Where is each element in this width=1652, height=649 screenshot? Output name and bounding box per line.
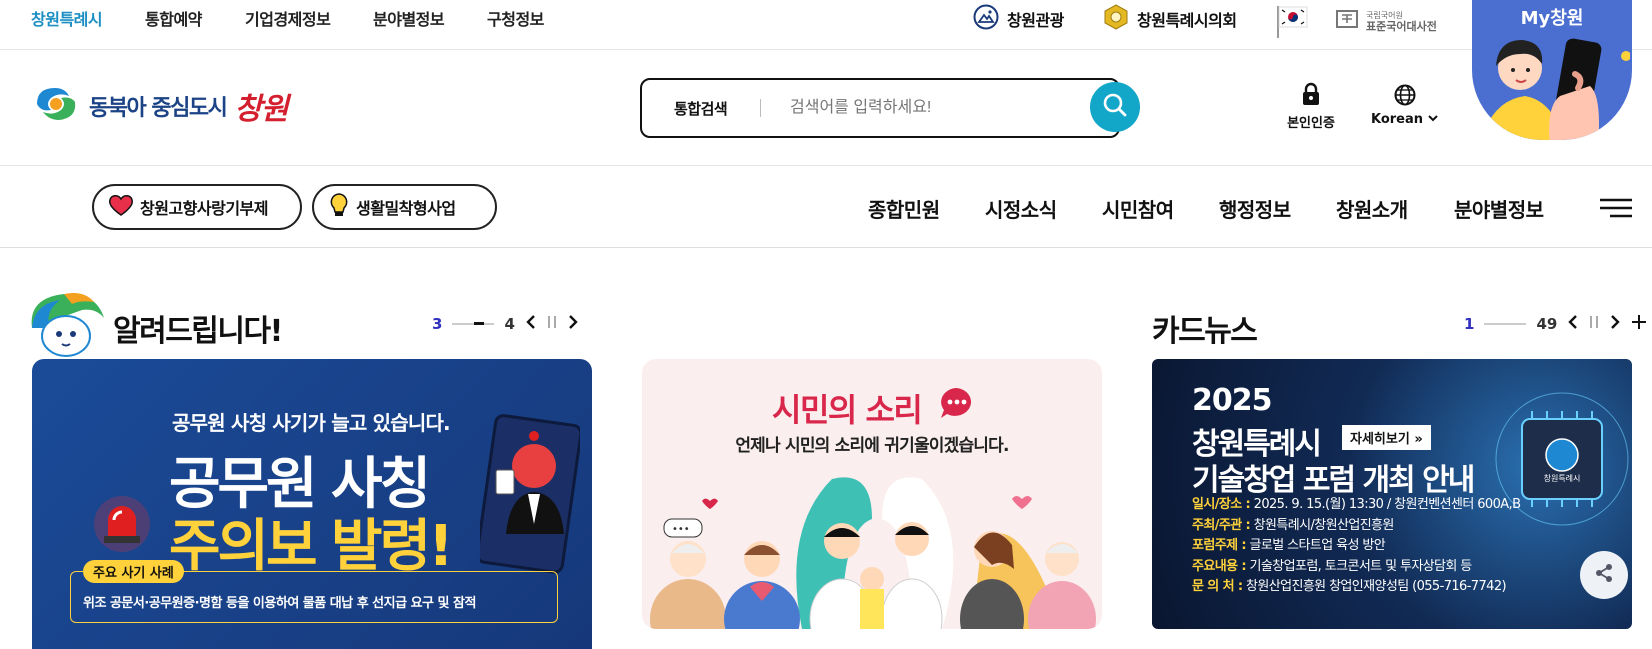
- lightbulb-icon: [328, 192, 350, 222]
- notice-total-pages: 4: [504, 315, 515, 333]
- search-divider: [760, 99, 761, 117]
- cardnews-year: 2025: [1192, 383, 1272, 418]
- detail-row: 주요내용 : 기술창업포럼, 토크콘서트 및 투자상담회 등: [1192, 558, 1472, 574]
- cardnews-pager: 1 49: [1464, 314, 1647, 334]
- speech-bubble-icon: [939, 386, 975, 424]
- menu-about-changwon[interactable]: 창원소개: [1336, 194, 1408, 223]
- top-link-economy[interactable]: 기업경제정보: [245, 6, 331, 30]
- notice-title: 알려드립니다!: [113, 314, 283, 349]
- top-link-changwon[interactable]: 창원특례시: [31, 6, 103, 30]
- menu-administration[interactable]: 행정정보: [1219, 194, 1291, 223]
- tourism-link[interactable]: 창원관광: [973, 4, 1064, 34]
- cardnews-next-arrow-icon[interactable]: [1609, 314, 1621, 334]
- menu-citizen-participation[interactable]: 시민참여: [1102, 194, 1174, 223]
- site-logo[interactable]: 동북아 중심도시 창원: [31, 82, 289, 130]
- siren-icon: [92, 494, 152, 558]
- dictionary-icon: [1334, 6, 1360, 36]
- prev-arrow-icon[interactable]: [525, 314, 537, 334]
- detail-row: 포럼주제 : 글로벌 스타트업 육성 방안: [1192, 538, 1386, 553]
- top-link-reservation[interactable]: 통합예약: [145, 6, 202, 30]
- chevron-down-icon: [1427, 112, 1439, 127]
- logo-script: 창원: [234, 92, 288, 127]
- search-label: 통합검색: [674, 100, 728, 118]
- tourism-label: 창원관광: [1007, 11, 1064, 30]
- banner-big2: 주의보 발령!: [169, 514, 454, 579]
- dictionary-name: 표준국어대사전: [1366, 20, 1437, 33]
- cardnews-title: 카드뉴스: [1152, 314, 1258, 349]
- notice-progress: [452, 322, 495, 325]
- globe-icon: [1394, 84, 1416, 110]
- share-button[interactable]: [1580, 551, 1628, 599]
- cardnews-banner[interactable]: 창원특례시 2025 창원특례시 자세히보기 » 기술창업 포럼 개최 안내 일…: [1152, 359, 1632, 629]
- plus-icon[interactable]: [1631, 314, 1647, 334]
- logo-text: 동북아 중심도시: [89, 96, 228, 121]
- council-link[interactable]: 창원특례시의회: [1103, 4, 1237, 34]
- living-project-label: 생활밀착형사업: [356, 199, 456, 218]
- notice-banner[interactable]: 공무원 사칭 사기가 늘고 있습니다. 공무원 사칭 주의보 발령! 주요 사기…: [32, 359, 592, 649]
- cardnews-headline2: 기술창업 포럼 개최 안내: [1192, 463, 1475, 498]
- search-icon: [1102, 92, 1128, 122]
- svg-text:•••: •••: [672, 524, 690, 535]
- voice-title: 시민의 소리: [772, 391, 923, 429]
- search-input[interactable]: [790, 94, 1060, 122]
- chip-label: 창원특례시: [1543, 474, 1581, 483]
- next-arrow-icon[interactable]: [567, 314, 579, 334]
- detail-row: 문 의 처 : 창원산업진흥원 창업인재양성팀 (055-716-7742): [1192, 579, 1507, 594]
- cardnews-prev-arrow-icon[interactable]: [1567, 314, 1579, 334]
- share-icon: [1594, 563, 1614, 587]
- top-link-field-info[interactable]: 분야별정보: [373, 6, 445, 30]
- council-emblem-icon: [1103, 4, 1129, 34]
- hometown-donation-label: 창원고향사랑기부제: [140, 199, 268, 218]
- banner-tag: 주요 사기 사례: [83, 560, 184, 583]
- cardnews-details: 일시/장소 : 2025. 9. 15.(월) 13:30 / 창원컨벤션센터 …: [1192, 495, 1521, 598]
- language-selector[interactable]: Korean: [1370, 84, 1440, 127]
- pause-icon[interactable]: [547, 314, 557, 334]
- utility-bar: 창원특례시 통합예약 기업경제정보 분야별정보 구청정보 창원관광 창원특례시의…: [0, 0, 1652, 50]
- citizen-voice-banner[interactable]: 시민의 소리 언제나 시민의 소리에 귀기울이겠습니다. •••: [642, 359, 1102, 629]
- impostor-official-illustration: [475, 414, 583, 578]
- mascot-icon: [24, 288, 108, 364]
- top-link-district[interactable]: 구청정보: [487, 6, 544, 30]
- dictionary-link[interactable]: 국립국어원 표준국어대사전: [1334, 6, 1437, 36]
- hamburger-menu-icon[interactable]: [1600, 198, 1632, 222]
- mountain-icon: [973, 4, 999, 34]
- menu-field-info[interactable]: 분야별정보: [1454, 194, 1544, 223]
- citizens-illustration: •••: [642, 469, 1102, 629]
- heart-icon: [108, 193, 134, 221]
- cardnews-pause-icon[interactable]: [1589, 314, 1599, 334]
- living-project-button[interactable]: 생활밀착형사업: [312, 184, 497, 230]
- cardnews-current-page: 1: [1464, 315, 1475, 333]
- notice-current-page: 3: [432, 315, 443, 333]
- language-label: Korean: [1370, 112, 1424, 127]
- main-navigation: 창원고향사랑기부제 생활밀착형사업 종합민원 시정소식 시민참여 행정정보 창원…: [0, 166, 1652, 248]
- search-box: 통합검색: [640, 78, 1120, 138]
- detail-row: 일시/장소 : 2025. 9. 15.(월) 13:30 / 창원컨벤션센터 …: [1192, 497, 1521, 512]
- banner-line1: 공무원 사칭 사기가 늘고 있습니다.: [172, 411, 451, 435]
- more-button[interactable]: 자세히보기 »: [1342, 425, 1431, 450]
- banner-example: 위조 공문서·공무원증·명함 등을 이용하여 물품 대납 후 선지급 요구 및 …: [83, 596, 476, 611]
- search-button[interactable]: [1090, 82, 1140, 132]
- council-label: 창원특례시의회: [1137, 11, 1237, 30]
- banner-example-box: 주요 사기 사례 위조 공문서·공무원증·명함 등을 이용하여 물품 대납 후 …: [70, 560, 558, 623]
- menu-civil-service[interactable]: 종합민원: [868, 194, 940, 223]
- korean-flag-icon[interactable]: [1276, 4, 1308, 42]
- hometown-donation-button[interactable]: 창원고향사랑기부제: [92, 184, 302, 230]
- voice-subtitle: 언제나 시민의 소리에 귀기울이겠습니다.: [735, 436, 1009, 456]
- auth-button[interactable]: 본인인증: [1276, 82, 1346, 131]
- cardnews-progress: [1484, 323, 1527, 325]
- auth-label: 본인인증: [1287, 116, 1335, 131]
- lock-icon: [1301, 82, 1321, 110]
- cardnews-total-pages: 49: [1536, 315, 1558, 333]
- detail-row: 주최/주관 : 창원특례시/창원산업진흥원: [1192, 517, 1394, 533]
- notice-pager: 3 4: [432, 314, 579, 334]
- changwon-emblem-icon: [31, 82, 81, 130]
- header: 동북아 중심도시 창원 통합검색 본인인증 Korean: [0, 50, 1652, 166]
- menu-city-news[interactable]: 시정소식: [985, 194, 1057, 223]
